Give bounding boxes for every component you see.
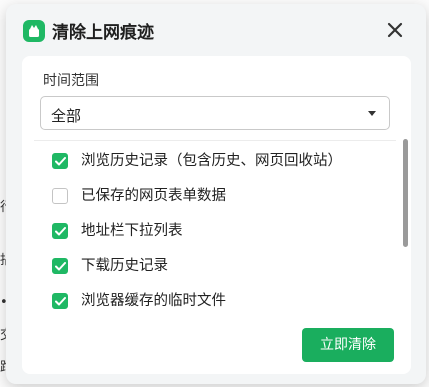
- checkmark-icon: [55, 297, 66, 306]
- scrollbar-thumb[interactable]: [403, 139, 408, 247]
- checkbox[interactable]: [52, 188, 68, 204]
- checkbox[interactable]: [52, 258, 68, 274]
- checkmark-icon: [55, 157, 66, 166]
- checkbox[interactable]: [52, 223, 68, 239]
- checkmark-icon: [55, 262, 66, 271]
- time-range-select[interactable]: 全部: [40, 96, 390, 130]
- close-button[interactable]: [383, 18, 407, 42]
- time-range-label: 时间范围: [43, 73, 99, 89]
- option-download-history[interactable]: 下载历史记录: [52, 257, 382, 277]
- option-label: 下载历史记录: [81, 258, 168, 274]
- clear-traces-dialog: 清除上网痕迹 时间范围 全部 浏览历史记录（包含历史、网页回收站） 已保存的网页…: [6, 4, 426, 384]
- option-label: 已保存的网页表单数据: [81, 188, 226, 204]
- clear-now-button[interactable]: 立即清除: [302, 328, 394, 362]
- option-browsing-history[interactable]: 浏览历史记录（包含历史、网页回收站）: [52, 152, 382, 172]
- app-logo-icon: [23, 20, 45, 42]
- option-label: 地址栏下拉列表: [81, 223, 183, 239]
- checkmark-icon: [55, 227, 66, 236]
- time-range-selected-value: 全部: [51, 107, 82, 125]
- close-icon: [387, 22, 403, 38]
- option-label: 浏览器缓存的临时文件: [81, 293, 226, 309]
- option-form-data[interactable]: 已保存的网页表单数据: [52, 187, 382, 207]
- option-cache-files[interactable]: 浏览器缓存的临时文件: [52, 292, 382, 310]
- checkbox[interactable]: [52, 293, 68, 309]
- clear-options-list: 浏览历史记录（包含历史、网页回收站） 已保存的网页表单数据 地址栏下拉列表 下载…: [22, 140, 411, 310]
- dialog-content-panel: 时间范围 全部 浏览历史记录（包含历史、网页回收站） 已保存的网页表单数据 地址…: [22, 56, 411, 374]
- dialog-title: 清除上网痕迹: [52, 23, 154, 43]
- dialog-titlebar: 清除上网痕迹: [6, 4, 426, 56]
- option-address-bar-list[interactable]: 地址栏下拉列表: [52, 222, 382, 242]
- option-label: 浏览历史记录（包含历史、网页回收站）: [81, 153, 342, 169]
- caret-down-icon: [368, 111, 376, 116]
- screen: 行 拈 • 交 跑 清除上网痕迹 时间范围 全部: [0, 0, 429, 387]
- checkbox[interactable]: [52, 153, 68, 169]
